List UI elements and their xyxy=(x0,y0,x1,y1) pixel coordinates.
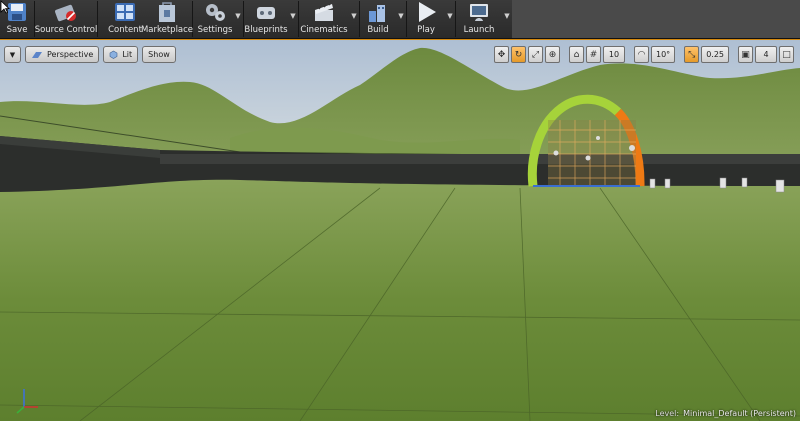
play-button[interactable]: Play xyxy=(407,0,445,38)
blueprints-button[interactable]: Blueprints xyxy=(244,0,288,38)
grid-snap-value[interactable]: 10 xyxy=(603,46,625,63)
boundary-wall xyxy=(160,154,800,164)
source-control-icon xyxy=(55,4,76,22)
perspective-button[interactable]: Perspective xyxy=(25,46,100,63)
main-toolbar: Save Source Control Content Marketplace xyxy=(0,0,800,39)
show-label: Show xyxy=(148,50,170,59)
build-dropdown-icon[interactable]: ▼ xyxy=(396,0,406,38)
source-control-label: Source Control xyxy=(34,25,98,35)
blueprints-dropdown-icon[interactable]: ▼ xyxy=(288,0,298,38)
translate-tool-icon[interactable]: ✥ xyxy=(494,46,509,63)
content-browser-icon xyxy=(115,3,135,21)
play-icon xyxy=(419,2,436,22)
marketplace-label: Marketplace xyxy=(140,25,194,35)
toolbar-empty-area xyxy=(512,0,800,38)
cinematics-label: Cinematics xyxy=(300,25,348,35)
perspective-label: Perspective xyxy=(47,50,94,59)
launch-label: Launch xyxy=(463,25,495,35)
maximize-viewport-icon[interactable]: □ xyxy=(779,46,794,63)
content-button[interactable]: Content xyxy=(108,0,142,38)
perspective-icon xyxy=(32,51,42,58)
marketplace-button[interactable]: Marketplace xyxy=(140,0,194,38)
surface-snap-icon[interactable]: ⌂ xyxy=(569,46,584,63)
viewport-left-controls: ▼ Perspective Lit Show xyxy=(4,46,176,63)
level-name: Minimal_Default (Persistent) xyxy=(683,409,796,418)
cinematics-icon xyxy=(315,3,333,21)
rotate-tool-icon[interactable]: ↻ xyxy=(511,46,526,63)
rotation-snap-icon[interactable]: ◠ xyxy=(634,46,649,63)
scale-snap-value[interactable]: 0.25 xyxy=(701,46,729,63)
scale-snap-icon[interactable]: ⤡ xyxy=(684,46,700,63)
content-label: Content xyxy=(108,25,142,35)
scale-tool-icon[interactable]: ⤢ xyxy=(528,46,543,63)
ground xyxy=(0,179,800,421)
save-label: Save xyxy=(6,25,28,35)
view-mode-lit-button[interactable]: Lit xyxy=(103,46,139,63)
rotation-snap-value[interactable]: 10° xyxy=(651,46,676,63)
build-icon xyxy=(369,5,385,22)
play-label: Play xyxy=(417,25,435,35)
viewport-right-controls: ✥ ↻ ⤢ ⊕ ⌂ # 10 ◠ 10° ⤡ 0.25 ▣ 4 □ xyxy=(494,46,794,63)
viewport-options-button[interactable]: ▼ xyxy=(4,46,21,63)
lit-label: Lit xyxy=(122,50,133,59)
mouse-cursor-icon xyxy=(0,0,10,14)
launch-dropdown-icon[interactable]: ▼ xyxy=(502,0,512,38)
grid-snap-icon[interactable]: # xyxy=(586,46,601,63)
chevron-down-icon: ▼ xyxy=(9,50,16,59)
build-button[interactable]: Build xyxy=(360,0,396,38)
viewport-scene xyxy=(0,40,800,421)
world-space-icon[interactable]: ⊕ xyxy=(545,46,560,63)
level-prefix: Level: xyxy=(655,409,680,418)
source-control-button[interactable]: Source Control xyxy=(35,0,97,38)
settings-icon xyxy=(206,4,225,21)
level-viewport[interactable]: ▼ Perspective Lit Show ✥ ↻ ⤢ ⊕ ⌂ # 10 ◠ … xyxy=(0,39,800,421)
cinematics-button[interactable]: Cinematics xyxy=(299,0,349,38)
blueprints-icon xyxy=(257,7,275,19)
cinematics-dropdown-icon[interactable]: ▼ xyxy=(349,0,359,38)
lit-mode-icon xyxy=(110,50,118,59)
build-label: Build xyxy=(367,25,389,35)
marketplace-icon xyxy=(159,2,175,22)
show-button[interactable]: Show xyxy=(142,46,176,63)
launch-button[interactable]: Launch xyxy=(456,0,502,38)
settings-dropdown-icon[interactable]: ▼ xyxy=(233,0,243,38)
play-dropdown-icon[interactable]: ▼ xyxy=(445,0,455,38)
settings-label: Settings xyxy=(197,25,233,35)
blueprints-label: Blueprints xyxy=(244,25,288,35)
camera-speed-icon[interactable]: ▣ xyxy=(738,46,753,63)
launch-icon xyxy=(470,4,488,21)
current-level-label: Level: Minimal_Default (Persistent) xyxy=(655,409,796,418)
axis-gizmo-icon xyxy=(16,389,38,414)
camera-speed-value[interactable]: 4 xyxy=(755,46,777,63)
settings-button[interactable]: Settings xyxy=(197,0,233,38)
